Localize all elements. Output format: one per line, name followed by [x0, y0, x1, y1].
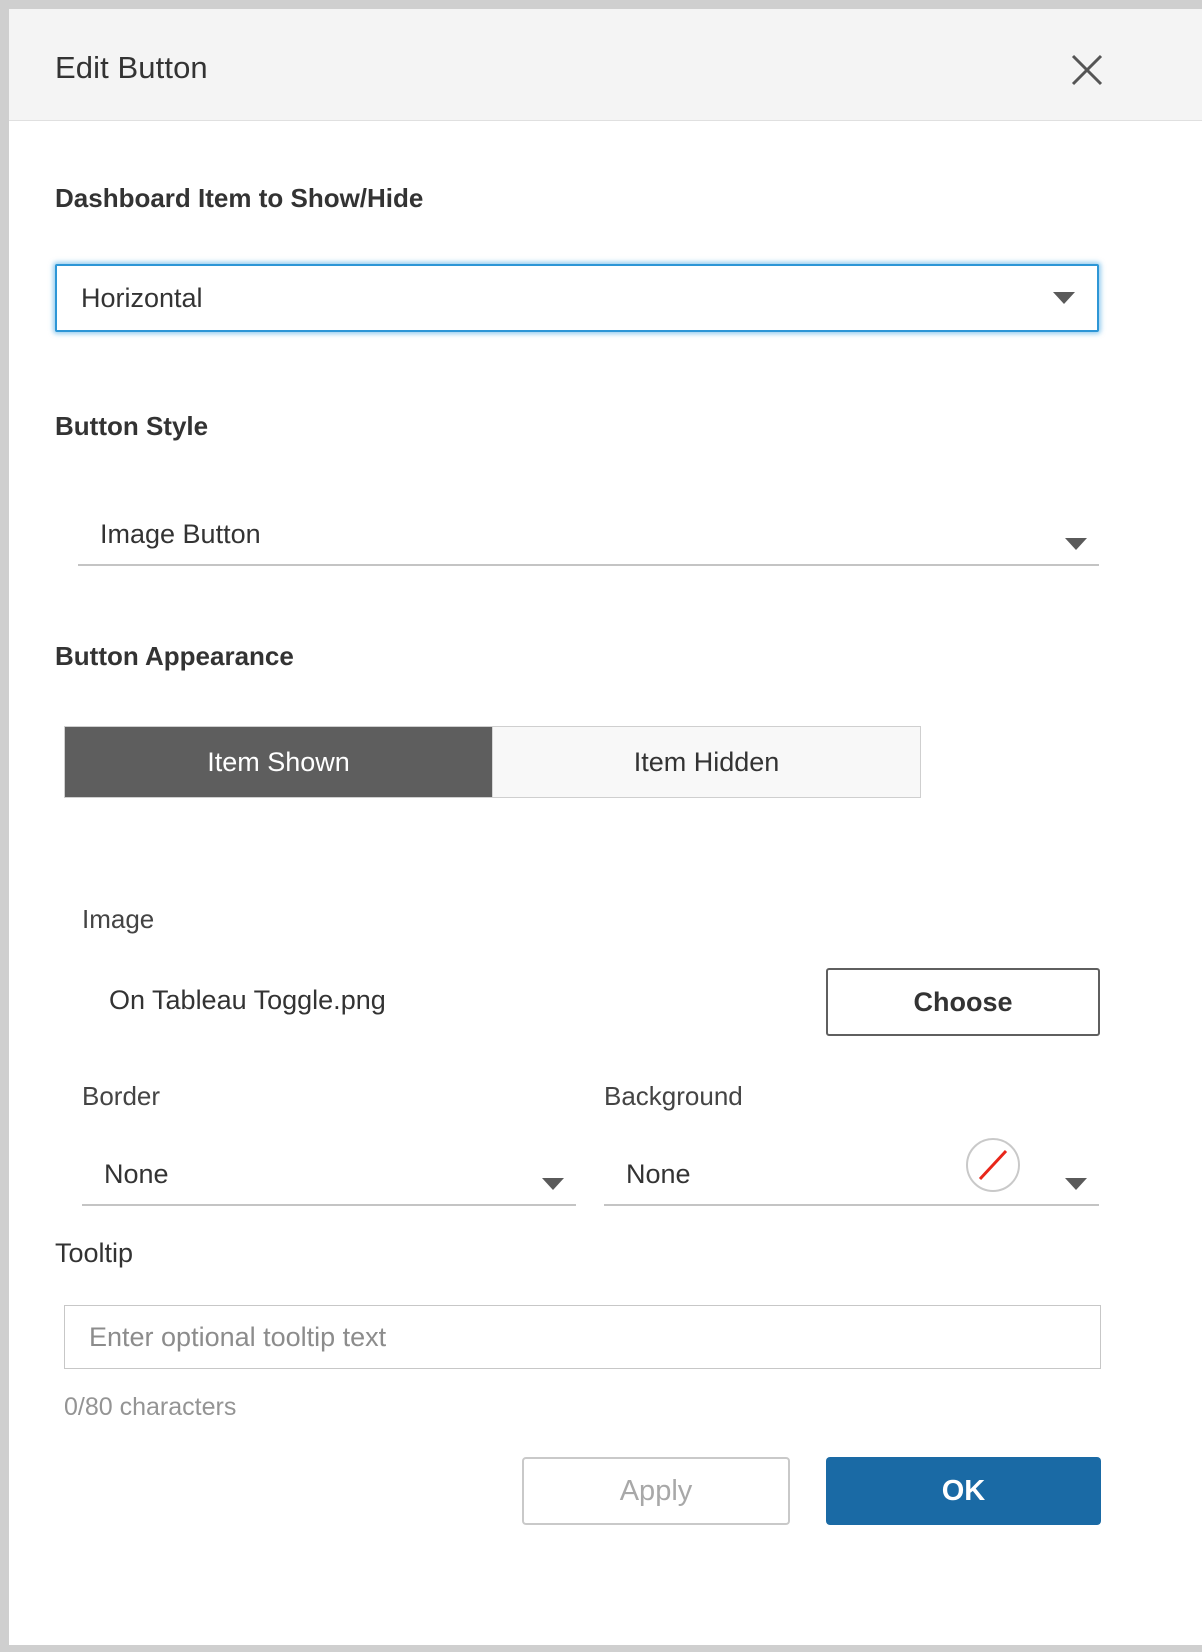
tooltip-label: Tooltip	[55, 1238, 134, 1268]
border-selected-value: None	[104, 1158, 169, 1189]
background-select[interactable]: None	[604, 1144, 1099, 1206]
chevron-down-icon	[1065, 1178, 1087, 1190]
close-icon[interactable]	[1061, 44, 1113, 96]
border-label: Border	[82, 1081, 161, 1111]
image-file-name: On Tableau Toggle.png	[109, 985, 386, 1015]
chevron-down-icon	[1053, 292, 1075, 304]
image-label: Image	[82, 904, 155, 934]
button-appearance-tabs: Item Shown Item Hidden	[64, 726, 921, 798]
button-style-heading: Button Style	[55, 411, 209, 441]
tooltip-char-count: 0/80 characters	[64, 1393, 237, 1421]
tooltip-input[interactable]	[64, 1305, 1101, 1369]
dashboard-item-selected-value: Horizontal	[81, 282, 203, 313]
chevron-down-icon	[542, 1178, 564, 1190]
chevron-down-icon	[1065, 538, 1087, 550]
tab-item-hidden[interactable]: Item Hidden	[492, 727, 920, 797]
button-style-select[interactable]: Image Button	[78, 504, 1099, 566]
button-style-selected-value: Image Button	[100, 518, 261, 549]
choose-button[interactable]: Choose	[826, 968, 1100, 1036]
background-label: Background	[604, 1081, 743, 1111]
dashboard-item-heading: Dashboard Item to Show/Hide	[55, 183, 424, 213]
dialog-title: Edit Button	[55, 50, 208, 85]
apply-button[interactable]: Apply	[522, 1457, 790, 1525]
border-select[interactable]: None	[82, 1144, 576, 1206]
button-appearance-heading: Button Appearance	[55, 641, 294, 671]
edit-button-dialog: Edit Button Dashboard Item to Show/Hide …	[0, 0, 1202, 1652]
dialog-titlebar: Edit Button	[9, 9, 1202, 121]
tab-item-shown[interactable]: Item Shown	[65, 727, 492, 797]
dashboard-item-select[interactable]: Horizontal	[55, 264, 1099, 332]
no-color-icon[interactable]	[966, 1138, 1020, 1192]
ok-button[interactable]: OK	[826, 1457, 1101, 1525]
background-selected-value: None	[626, 1158, 691, 1189]
